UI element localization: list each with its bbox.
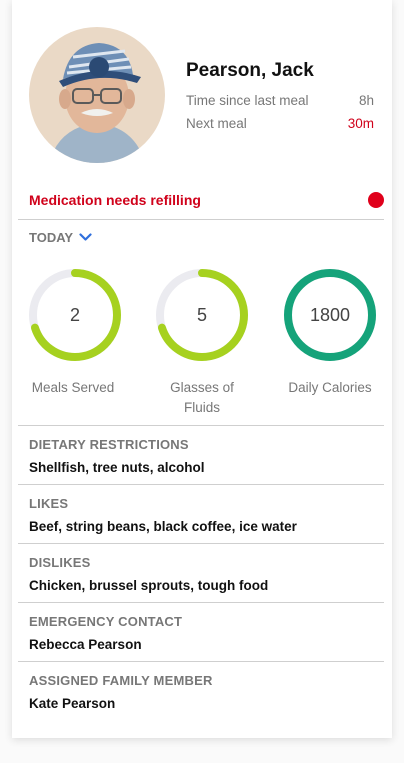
likes-heading: LIKES	[29, 496, 69, 511]
meals-served-ring: 2	[28, 268, 122, 362]
glasses-of-fluids-ring: 5	[155, 268, 249, 362]
daily-calories-value: 1800	[309, 304, 351, 325]
period-dropdown[interactable]: TODAY	[29, 230, 92, 245]
meals-served-value: 2	[69, 304, 80, 325]
medication-alert-text: Medication needs refilling	[29, 192, 201, 208]
divider	[18, 219, 384, 220]
dietary-restrictions-heading: DIETARY RESTRICTIONS	[29, 437, 189, 452]
dislikes-heading: DISLIKES	[29, 555, 91, 570]
daily-calories-ring: 1800	[283, 268, 377, 362]
resident-name: Pearson, Jack	[186, 60, 314, 81]
assigned-family-member-heading: ASSIGNED FAMILY MEMBER	[29, 673, 213, 688]
dietary-restrictions-value: Shellfish, tree nuts, alcohol	[29, 460, 205, 475]
next-meal-value: 30m	[347, 116, 374, 131]
next-meal-row: Next meal 30m	[186, 116, 374, 131]
time-since-last-meal-value: 8h	[358, 93, 374, 108]
resident-avatar	[29, 27, 165, 163]
divider	[18, 602, 384, 603]
meals-served-label: Meals Served	[31, 380, 115, 395]
daily-calories-label: Daily Calories	[288, 380, 372, 395]
divider	[18, 425, 384, 426]
emergency-contact-value: Rebecca Pearson	[29, 637, 142, 652]
time-since-last-meal-row: Time since last meal 8h	[186, 93, 374, 108]
assigned-family-member-value: Kate Pearson	[29, 696, 116, 711]
medication-alert[interactable]: Medication needs refilling	[29, 192, 384, 208]
glasses-of-fluids-label: Glasses of Fluids	[170, 380, 234, 415]
divider	[18, 661, 384, 662]
time-since-last-meal-label: Time since last meal	[186, 93, 309, 108]
resident-card: Pearson, Jack Time since last meal 8h Ne…	[12, 0, 392, 738]
alert-indicator-dot	[368, 192, 384, 208]
emergency-contact-heading: EMERGENCY CONTACT	[29, 614, 183, 629]
next-meal-label: Next meal	[186, 116, 247, 131]
likes-value: Beef, string beans, black coffee, ice wa…	[29, 519, 297, 534]
chevron-down-icon	[79, 233, 92, 241]
divider	[18, 484, 384, 485]
period-dropdown-label: TODAY	[29, 230, 74, 245]
dislikes-value: Chicken, brussel sprouts, tough food	[29, 578, 269, 593]
divider	[18, 543, 384, 544]
glasses-of-fluids-value: 5	[196, 304, 207, 325]
